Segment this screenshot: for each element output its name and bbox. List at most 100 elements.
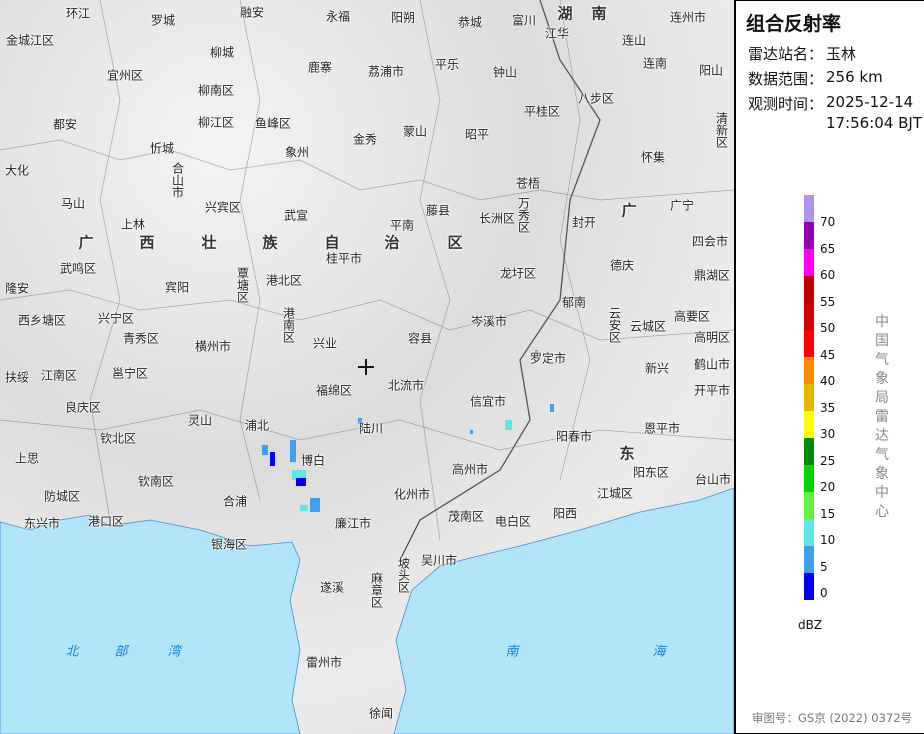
place-label: 阳朔: [390, 10, 416, 25]
place-label: 博白: [300, 453, 326, 468]
place-label: 广: [78, 233, 96, 252]
place-label: 象州: [284, 145, 310, 160]
legend-tick: 70: [820, 215, 836, 229]
place-label: 连州市: [669, 10, 707, 25]
legend-tick: 10: [820, 533, 836, 547]
place-label: 阳西: [552, 506, 578, 521]
organization-label: 中国气象局雷达气象中心: [875, 314, 889, 520]
place-label: 高明区: [693, 330, 731, 345]
legend-tick: 55: [820, 294, 836, 309]
place-label: 连山: [621, 33, 647, 48]
legend-tick: 60: [820, 268, 836, 282]
legend-tick: 0: [820, 586, 828, 600]
place-label: 阳东区: [632, 465, 670, 480]
place-label: 坡头区: [396, 557, 411, 593]
place-label: 阳山: [698, 63, 724, 78]
place-label: 武鸣区: [59, 261, 97, 276]
place-label: 云城区: [629, 319, 667, 334]
place-label: 隆安: [4, 281, 30, 296]
place-label: 柳江区: [197, 115, 235, 130]
place-label: 族: [262, 233, 280, 252]
place-label: 富川: [511, 13, 537, 28]
place-label: 永福: [325, 9, 351, 24]
place-label: 连南: [642, 56, 668, 71]
place-label: 昭平: [464, 127, 490, 142]
legend-swatch: [804, 357, 814, 384]
legend-tick: 5: [820, 559, 828, 574]
place-label: 郁南: [561, 295, 587, 310]
legend-swatch: [804, 411, 814, 438]
place-label: 合浦: [222, 494, 248, 509]
radar-map[interactable]: 环江 罗城 融安 永福 阳朔 恭城 富川 湖 南 连州市 金城江区 江华 连山 宜州区 柳城 鹿寨 荔浦市 平乐…: [0, 0, 734, 734]
legend-tick: 20: [820, 480, 836, 494]
place-label: 容县: [407, 331, 433, 346]
place-label: 新兴: [644, 361, 670, 376]
place-label: 万秀区: [516, 197, 531, 233]
place-label: 西: [139, 233, 157, 252]
place-label: 湖 南: [557, 4, 609, 23]
place-label: 金秀: [352, 132, 378, 147]
place-label: 陆川: [358, 421, 384, 436]
sea-label: 湾: [167, 644, 183, 660]
legend-swatch: [804, 465, 814, 492]
station-label: 雷达站名：: [748, 45, 824, 63]
sea-west: [0, 514, 301, 734]
place-label: 治: [384, 233, 402, 252]
place-label: 上思: [14, 451, 40, 466]
legend-swatch: [804, 303, 814, 330]
place-label: 邕宁区: [111, 366, 149, 381]
place-label: 平桂区: [523, 104, 561, 119]
product-title: 组合反射率: [746, 13, 842, 35]
legend-swatch: [804, 384, 814, 411]
legend-unit: dBZ: [798, 618, 823, 632]
place-label: 桂平市: [325, 251, 363, 266]
range-value: 256 km: [826, 68, 883, 86]
place-label: 开平市: [693, 383, 731, 398]
place-label: 藤县: [425, 203, 451, 218]
place-label: 恭城: [457, 15, 483, 30]
legend-tick: 25: [820, 453, 836, 468]
place-label: 鼎湖区: [693, 268, 731, 283]
place-label: 宾阳: [164, 280, 190, 295]
place-label: 壮: [201, 233, 219, 252]
place-label: 灵山: [187, 413, 213, 428]
place-label: 平乐: [434, 57, 460, 72]
place-label: 台山市: [694, 472, 732, 487]
date-value: 2025-12-14: [826, 93, 914, 111]
place-label: 港南区: [281, 307, 296, 343]
place-label: 信宜市: [469, 394, 507, 409]
place-label: 福绵区: [315, 383, 353, 398]
legend-swatch: [804, 546, 814, 573]
place-label: 环江: [65, 6, 91, 21]
place-label: 港口区: [87, 514, 125, 529]
place-label: 横州市: [194, 339, 232, 354]
place-label: 化州市: [393, 487, 431, 502]
legend-tick: 50: [820, 321, 836, 335]
place-label: 钦北区: [99, 431, 137, 446]
place-label: 防城区: [43, 489, 81, 504]
time-row: 观测时间： 2025-12-14 17:56:04 BJT: [748, 93, 922, 132]
sea-east: [393, 487, 734, 734]
place-label: 鱼峰区: [254, 116, 292, 131]
time-value: 17:56:04 BJT: [826, 114, 923, 132]
sea-label: 北: [65, 644, 81, 660]
map-layer: [0, 0, 734, 734]
place-label: 武宣: [283, 208, 309, 223]
place-label: 钦南区: [137, 474, 175, 489]
place-label: 江城区: [596, 486, 634, 501]
place-label: 德庆: [609, 258, 635, 273]
place-label: 广宁: [669, 198, 695, 213]
place-label: 云安区: [607, 307, 622, 343]
place-label: 廉江市: [334, 516, 372, 531]
place-label: 鹿寨: [307, 60, 333, 75]
place-label: 电白区: [494, 514, 532, 529]
place-label: 四会市: [691, 234, 729, 249]
place-label: 柳南区: [197, 83, 235, 98]
place-label: 银海区: [210, 537, 248, 552]
place-label: 东: [619, 444, 637, 463]
place-label: 怀集: [640, 150, 666, 165]
place-label: 阳春市: [555, 429, 593, 444]
place-label: 都安: [52, 117, 78, 132]
legend-swatch: [804, 276, 814, 303]
legend-tick: 45: [820, 347, 836, 362]
